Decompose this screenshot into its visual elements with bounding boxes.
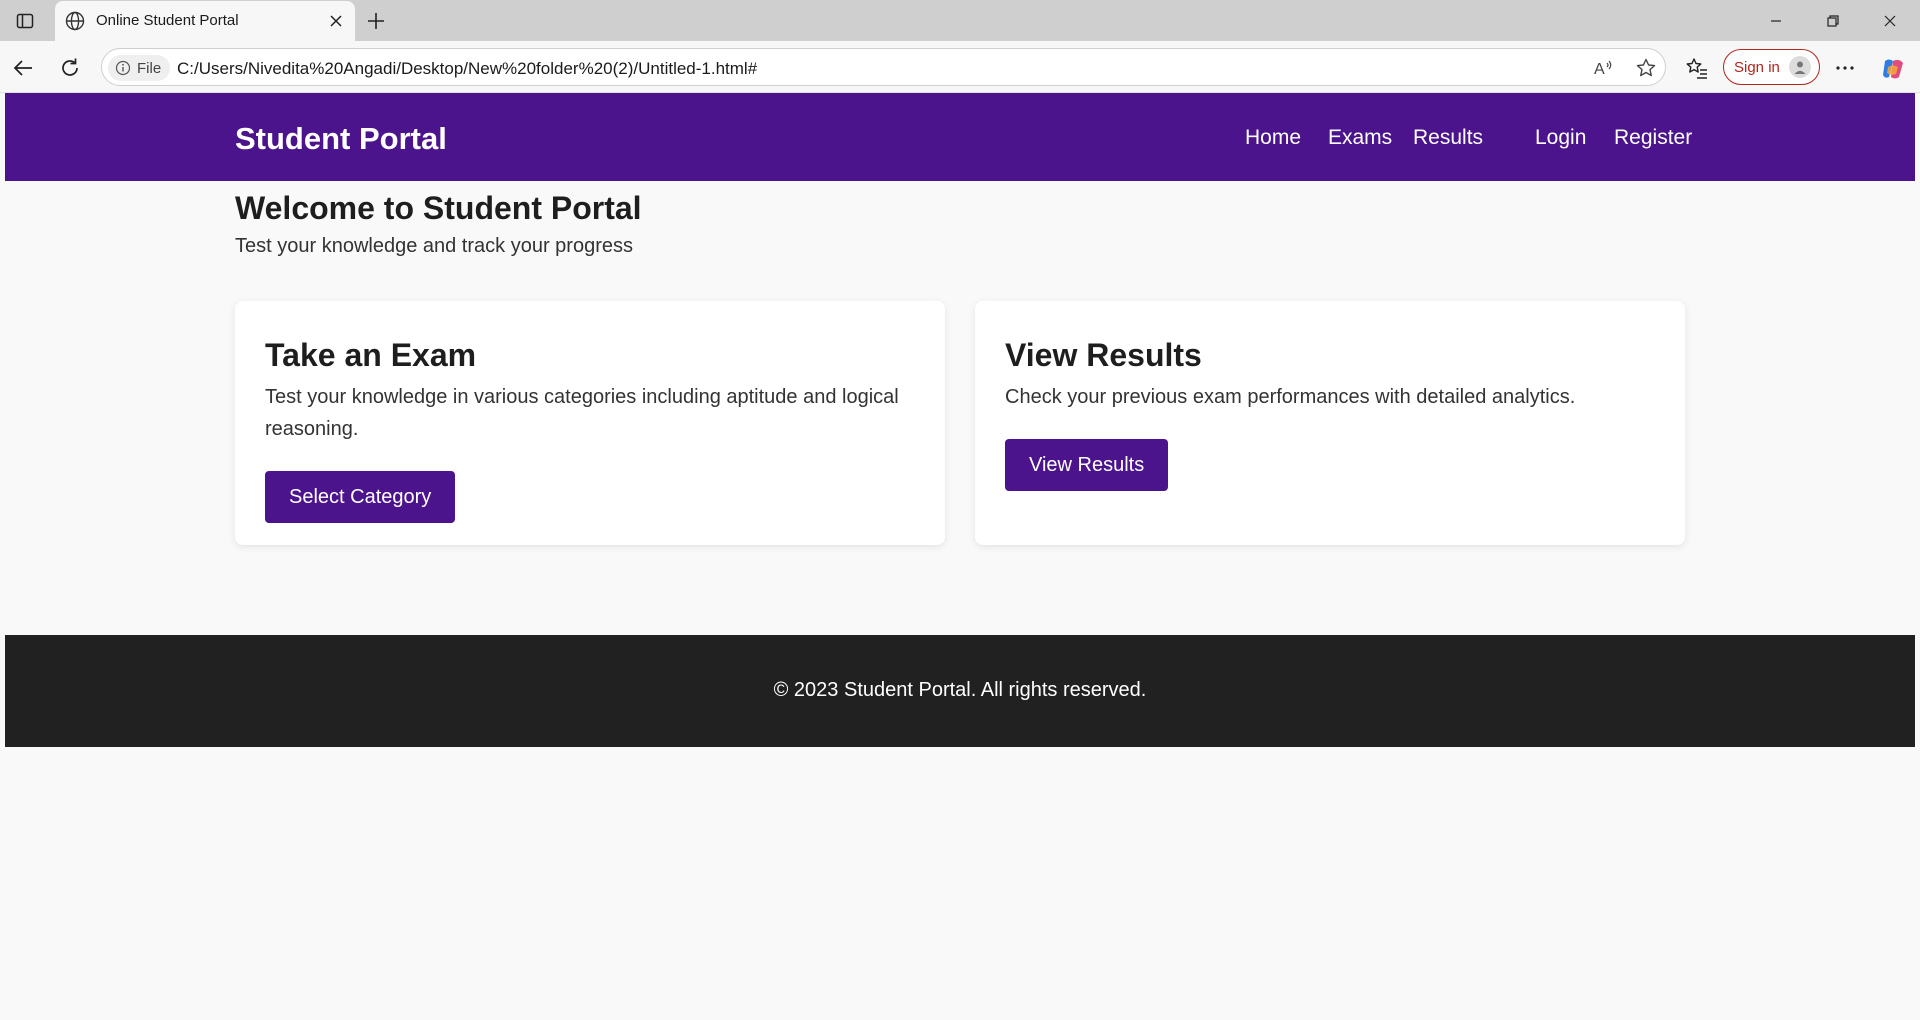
copyright-text: © 2023 Student Portal. All rights reserv… xyxy=(773,679,1147,701)
favorites-icon[interactable] xyxy=(1684,55,1710,81)
address-bar[interactable]: File C:/Users/Nivedita%20Angadi/Desktop/… xyxy=(101,48,1666,86)
star-icon[interactable] xyxy=(1634,56,1658,80)
browser-tab[interactable]: Online Student Portal xyxy=(55,1,355,41)
sidebar-icon[interactable] xyxy=(12,8,38,34)
view-results-button[interactable]: View Results xyxy=(1005,439,1169,491)
sign-in-button[interactable]: Sign in xyxy=(1723,49,1820,85)
page-subtitle: Test your knowledge and track your progr… xyxy=(235,235,633,257)
copilot-icon[interactable] xyxy=(1879,55,1905,81)
nav-register-link[interactable]: Register xyxy=(1614,126,1692,150)
close-icon[interactable] xyxy=(326,11,346,31)
restore-icon[interactable] xyxy=(1820,8,1846,34)
globe-icon xyxy=(63,9,87,33)
profile-icon xyxy=(1788,56,1811,78)
site-brand[interactable]: Student Portal xyxy=(235,121,447,157)
page-viewport: Student Portal Home Exams Results Login … xyxy=(5,93,1915,1016)
card-title: View Results xyxy=(1005,337,1202,373)
nav-home-link[interactable]: Home xyxy=(1245,126,1301,150)
nav-results-link[interactable]: Results xyxy=(1413,126,1483,150)
svg-text:A: A xyxy=(1594,61,1605,78)
card-title: Take an Exam xyxy=(265,337,477,373)
sign-in-label: Sign in xyxy=(1734,58,1780,76)
view-results-card: View Results Check your previous exam pe… xyxy=(975,301,1685,545)
site-header: Student Portal Home Exams Results Login … xyxy=(5,93,1915,181)
more-icon[interactable] xyxy=(1832,55,1858,81)
tab-title: Online Student Portal xyxy=(96,12,239,29)
browser-tab-strip: Online Student Portal xyxy=(0,0,1920,41)
site-footer: © 2023 Student Portal. All rights reserv… xyxy=(5,635,1915,747)
address-toolbar: File C:/Users/Nivedita%20Angadi/Desktop/… xyxy=(0,41,1920,93)
url-text[interactable]: C:/Users/Nivedita%20Angadi/Desktop/New%2… xyxy=(177,59,757,79)
plus-icon[interactable] xyxy=(363,8,389,34)
nav-login-link[interactable]: Login xyxy=(1535,126,1586,150)
card-description: Test your knowledge in various categorie… xyxy=(265,386,899,440)
file-label: File xyxy=(137,59,162,77)
info-icon xyxy=(115,60,131,76)
site-info-chip[interactable]: File xyxy=(108,55,171,81)
read-aloud-icon[interactable]: A xyxy=(1591,56,1615,80)
reload-icon[interactable] xyxy=(57,55,83,81)
card-description: Check your previous exam performances wi… xyxy=(1005,386,1576,408)
nav-exams-link[interactable]: Exams xyxy=(1328,126,1392,150)
close-window-icon[interactable] xyxy=(1877,8,1903,34)
select-category-button[interactable]: Select Category xyxy=(265,471,456,523)
minimize-icon[interactable] xyxy=(1763,8,1789,34)
page-title: Welcome to Student Portal xyxy=(235,190,642,226)
back-arrow-icon[interactable] xyxy=(11,55,37,81)
take-exam-card: Take an Exam Test your knowledge in vari… xyxy=(235,301,945,545)
